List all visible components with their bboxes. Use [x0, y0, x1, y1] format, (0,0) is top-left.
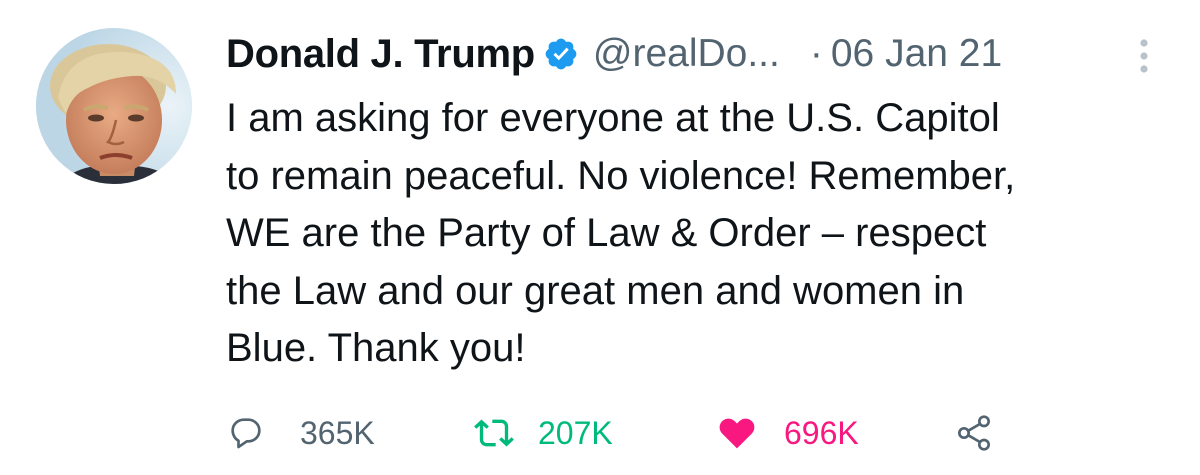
tweet-header: Donald J. Trump @realDo... · 06 Jan 21 — [226, 26, 1002, 82]
author-name[interactable]: Donald J. Trump — [226, 32, 535, 77]
tweet-text-line: WE are the Party of Law & Order – respec… — [226, 211, 987, 255]
tweet-text-line: I am asking for everyone at the U.S. Cap… — [226, 96, 1000, 140]
author-avatar[interactable] — [36, 28, 192, 184]
more-options-icon[interactable] — [1138, 38, 1150, 74]
reply-icon — [226, 413, 266, 453]
tweet-date[interactable]: 06 Jan 21 — [831, 32, 1002, 76]
tweet-text-line: Blue. Thank you! — [226, 326, 526, 370]
reply-count: 365K — [300, 414, 375, 451]
tweet-text-line: the Law and our great men and women in — [226, 268, 965, 313]
author-handle[interactable]: @realDo... — [593, 32, 780, 76]
retweet-button[interactable]: 207K — [474, 410, 613, 456]
tweet-actions: 365K 207K 696K — [226, 410, 1186, 456]
share-button[interactable] — [954, 410, 994, 456]
heart-icon — [716, 413, 756, 453]
like-button[interactable]: 696K — [716, 410, 859, 456]
reply-button[interactable]: 365K — [226, 410, 375, 456]
tweet-text: I am asking for everyone at the U.S. Cap… — [226, 90, 1166, 378]
separator-dot: · — [809, 32, 823, 75]
share-icon — [954, 413, 994, 453]
like-count: 696K — [784, 414, 859, 451]
retweet-count: 207K — [538, 414, 613, 451]
tweet-card[interactable]: Donald J. Trump @realDo... · 06 Jan 21 I… — [0, 0, 1200, 475]
verified-badge-icon — [543, 36, 579, 72]
tweet-text-line: to remain peaceful. No violence! Remembe… — [226, 153, 1016, 198]
retweet-icon — [474, 413, 514, 453]
avatar-image — [36, 28, 192, 184]
